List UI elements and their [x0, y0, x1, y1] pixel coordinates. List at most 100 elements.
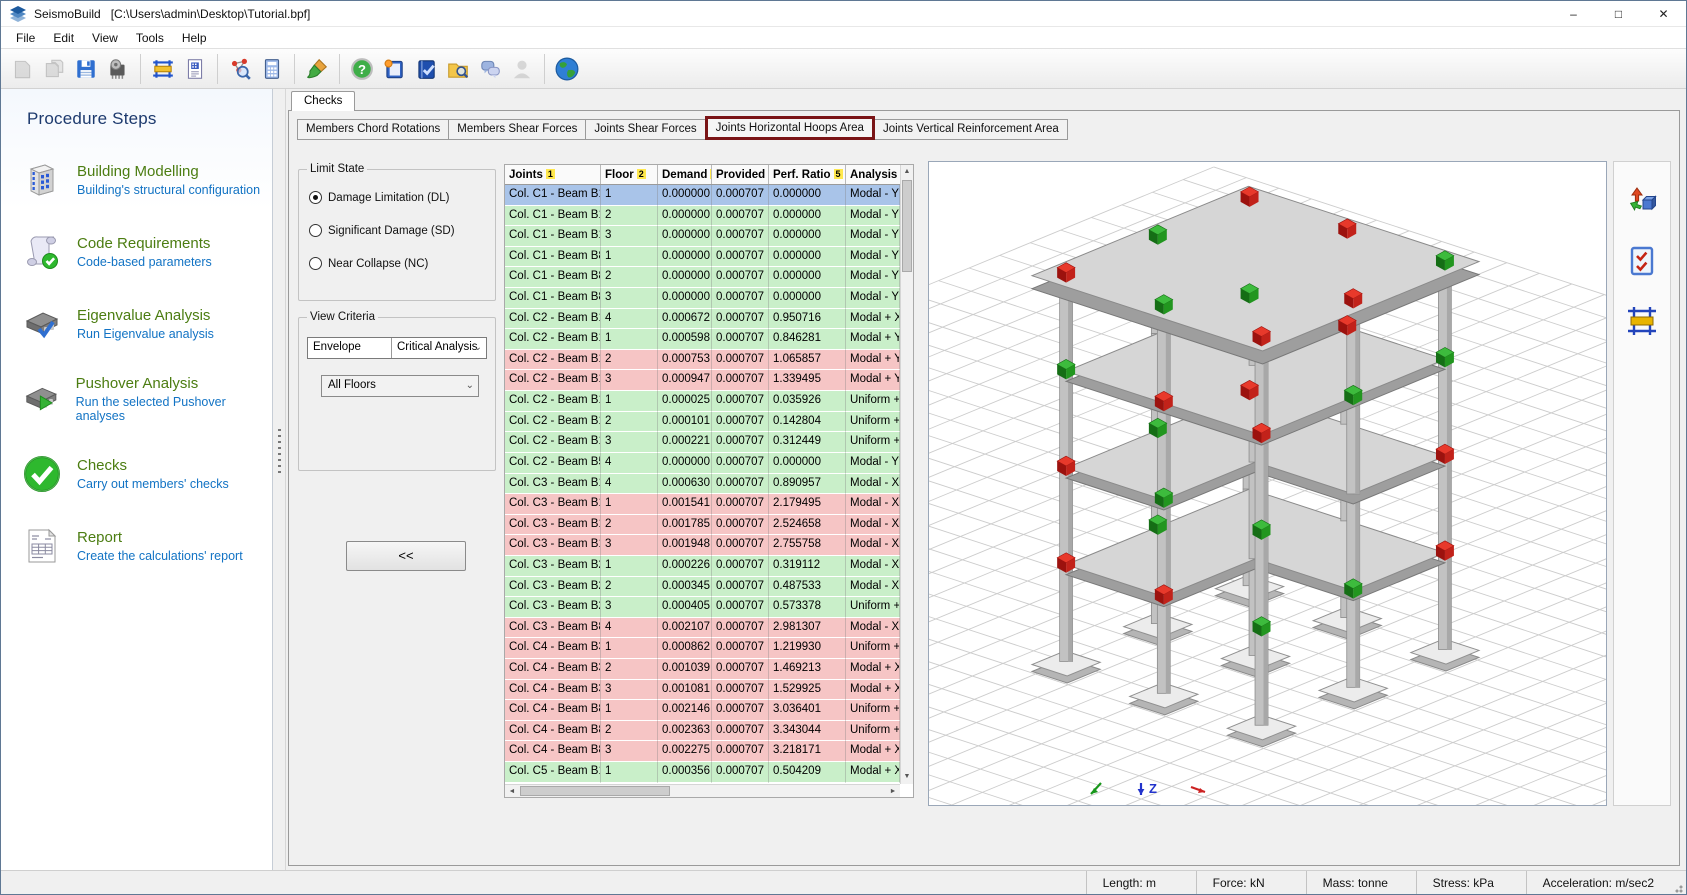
subtab-joints-vertical-reinforcement-area[interactable]: Joints Vertical Reinforcement Area	[874, 119, 1068, 140]
menu-edit[interactable]: Edit	[44, 29, 83, 47]
envelope-cell[interactable]: Envelope	[308, 338, 392, 358]
sidebar-item-report[interactable]: Report Create the calculations' report	[1, 525, 272, 567]
table-row[interactable]: Col. C3 - Beam B210.0002260.0007070.3191…	[505, 556, 900, 577]
sidebar-item-code-requirements[interactable]: Code Requirements Code-based parameters	[1, 231, 272, 273]
table-row[interactable]: Col. C1 - Beam B130.0000000.0007070.0000…	[505, 226, 900, 247]
table-row[interactable]: Col. C2 - Beam B140.0006720.0007070.9507…	[505, 309, 900, 330]
website-globe-icon[interactable]	[552, 54, 582, 84]
table-row[interactable]: Col. C4 - Beam B330.0010810.0007071.5299…	[505, 680, 900, 701]
vertical-scrollbar[interactable]: ▲ ▼	[900, 165, 913, 784]
critical-analysis-cell[interactable]: Critical Analysis ⌄	[392, 338, 486, 358]
brush-icon[interactable]	[302, 54, 332, 84]
menu-file[interactable]: File	[7, 29, 44, 47]
vertical-scroll-thumb[interactable]	[902, 180, 912, 272]
sidebar-item-eigenvalue-analysis[interactable]: Eigenvalue Analysis Run Eigenvalue analy…	[1, 303, 272, 345]
table-row[interactable]: Col. C3 - Beam B840.0021070.0007072.9813…	[505, 618, 900, 639]
sidebar-item-checks[interactable]: Checks Carry out members' checks	[1, 453, 272, 495]
minimize-button[interactable]: –	[1551, 1, 1596, 26]
forum-chat-icon[interactable]	[475, 54, 505, 84]
radio-damage-limitation[interactable]: Damage Limitation (DL)	[309, 191, 485, 204]
table-row[interactable]: Col. C3 - Beam B230.0004050.0007070.5733…	[505, 597, 900, 618]
table-row[interactable]: Col. C3 - Beam B1320.0017850.0007072.524…	[505, 515, 900, 536]
table-row[interactable]: Col. C2 - Beam B1010.0000250.0007070.035…	[505, 391, 900, 412]
radio-near-collapse[interactable]: Near Collapse (NC)	[309, 257, 485, 270]
app-logo-icon	[9, 6, 27, 22]
table-row[interactable]: Col. C2 - Beam B1 -10.0005980.0007070.84…	[505, 329, 900, 350]
manual-check-icon[interactable]	[411, 54, 441, 84]
table-row[interactable]: Col. C1 - Beam B810.0000000.0007070.0000…	[505, 247, 900, 268]
table-row[interactable]: Col. C1 - Beam B120.0000000.0007070.0000…	[505, 206, 900, 227]
table-row[interactable]: Col. C4 - Beam B310.0008620.0007071.2199…	[505, 638, 900, 659]
scroll-left-icon[interactable]: ◄	[505, 785, 519, 798]
table-row[interactable]: Col. C5 - Beam B1010.0003560.0007070.504…	[505, 762, 900, 783]
scroll-up-icon[interactable]: ▲	[901, 165, 913, 179]
redo-icon[interactable]	[39, 54, 69, 84]
table-row[interactable]: Col. C2 - Beam B540.0000000.0007070.0000…	[505, 453, 900, 474]
subtab-members-chord-rotations[interactable]: Members Chord Rotations	[297, 119, 449, 140]
view-criteria-combo[interactable]: Envelope Critical Analysis ⌄	[307, 337, 487, 359]
sidebar-item-pushover-analysis[interactable]: Pushover Analysis Run the selected Pusho…	[1, 375, 272, 423]
eigenvalue-search-icon[interactable]	[225, 54, 255, 84]
table-row[interactable]: Col. C4 - Beam B8 -20.0023630.0007073.34…	[505, 721, 900, 742]
orientation-axes-icon[interactable]	[1625, 184, 1659, 218]
checks-list-icon[interactable]	[1625, 244, 1659, 278]
report-icon[interactable]	[180, 54, 210, 84]
table-row[interactable]: Col. C3 - Beam B220.0003450.0007070.4875…	[505, 577, 900, 598]
viewer-tool-column	[1613, 161, 1671, 806]
col-header-floor[interactable]: Floor2	[601, 165, 658, 184]
contact-icon[interactable]	[507, 54, 537, 84]
table-row[interactable]: Col. C2 - Beam B1 -30.0009470.0007071.33…	[505, 370, 900, 391]
building-modeller-icon[interactable]	[148, 54, 178, 84]
col-header-perf-ratio[interactable]: Perf. Ratio5	[769, 165, 846, 184]
tab-checks[interactable]: Checks	[291, 91, 355, 111]
table-row[interactable]: Col. C1 - Beam B110.0000000.0007070.0000…	[505, 185, 900, 206]
scroll-down-icon[interactable]: ▼	[901, 770, 913, 784]
radio-significant-damage[interactable]: Significant Damage (SD)	[309, 224, 485, 237]
x-axis-icon	[1191, 787, 1205, 793]
col-header-demand[interactable]: Demand3	[658, 165, 712, 184]
examples-folder-icon[interactable]	[443, 54, 473, 84]
col-header-analysis[interactable]: Analysis	[846, 165, 900, 184]
table-row[interactable]: Col. C2 - Beam B1 -20.0007530.0007071.06…	[505, 350, 900, 371]
table-row[interactable]: Col. C4 - Beam B320.0010390.0007071.4692…	[505, 659, 900, 680]
maximize-button[interactable]: □	[1596, 1, 1641, 26]
table-row[interactable]: Col. C4 - Beam B8 -30.0022750.0007073.21…	[505, 741, 900, 762]
subtab-joints-horizontal-hoops-area[interactable]: Joints Horizontal Hoops Area	[705, 116, 875, 140]
table-row[interactable]: Col. C3 - Beam B140.0006300.0007070.8909…	[505, 474, 900, 495]
table-row[interactable]: Col. C3 - Beam B1330.0019480.0007072.755…	[505, 535, 900, 556]
sidebar-splitter[interactable]	[273, 89, 286, 870]
toolbar: ?	[1, 49, 1686, 89]
floors-select[interactable]: All Floors ⌄	[321, 375, 479, 397]
help-icon[interactable]: ?	[347, 54, 377, 84]
table-row[interactable]: Col. C2 - Beam B1030.0002210.0007070.312…	[505, 432, 900, 453]
horizontal-scroll-thumb[interactable]	[520, 786, 670, 796]
table-row[interactable]: Col. C4 - Beam B8 -10.0021460.0007073.03…	[505, 700, 900, 721]
subtab-joints-shear-forces[interactable]: Joints Shear Forces	[585, 119, 705, 140]
save-icon[interactable]	[71, 54, 101, 84]
section-frame-icon[interactable]	[1625, 304, 1659, 338]
menu-view[interactable]: View	[83, 29, 127, 47]
model-3d-viewport[interactable]: Z	[928, 161, 1607, 806]
collapse-panel-button[interactable]: <<	[346, 541, 466, 571]
undo-icon[interactable]	[7, 54, 37, 84]
resize-grip[interactable]	[1670, 880, 1684, 894]
table-row[interactable]: Col. C2 - Beam B1020.0001010.0007070.142…	[505, 412, 900, 433]
sidebar-item-building-modelling[interactable]: Building Modelling Building's structural…	[1, 159, 272, 201]
col-header-provided[interactable]: Provided4	[712, 165, 769, 184]
col-header-joints[interactable]: Joints1	[505, 165, 601, 184]
axis-indicator: Z	[1079, 775, 1219, 801]
table-row[interactable]: Col. C3 - Beam B1310.0015410.0007072.179…	[505, 494, 900, 515]
close-button[interactable]: ✕	[1641, 1, 1686, 26]
y-axis-icon	[1091, 783, 1101, 794]
calculator-icon[interactable]	[257, 54, 287, 84]
menu-tools[interactable]: Tools	[127, 29, 173, 47]
menu-help[interactable]: Help	[173, 29, 216, 47]
table-row[interactable]: Col. C1 - Beam B830.0000000.0007070.0000…	[505, 288, 900, 309]
horizontal-scrollbar[interactable]: ◄ ►	[505, 784, 900, 797]
subtab-members-shear-forces[interactable]: Members Shear Forces	[448, 119, 586, 140]
scroll-right-icon[interactable]: ►	[886, 785, 900, 798]
model-3d-scene[interactable]	[929, 162, 1606, 805]
table-row[interactable]: Col. C1 - Beam B820.0000000.0007070.0000…	[505, 267, 900, 288]
processor-settings-icon[interactable]	[103, 54, 133, 84]
tutorial-book-icon[interactable]	[379, 54, 409, 84]
